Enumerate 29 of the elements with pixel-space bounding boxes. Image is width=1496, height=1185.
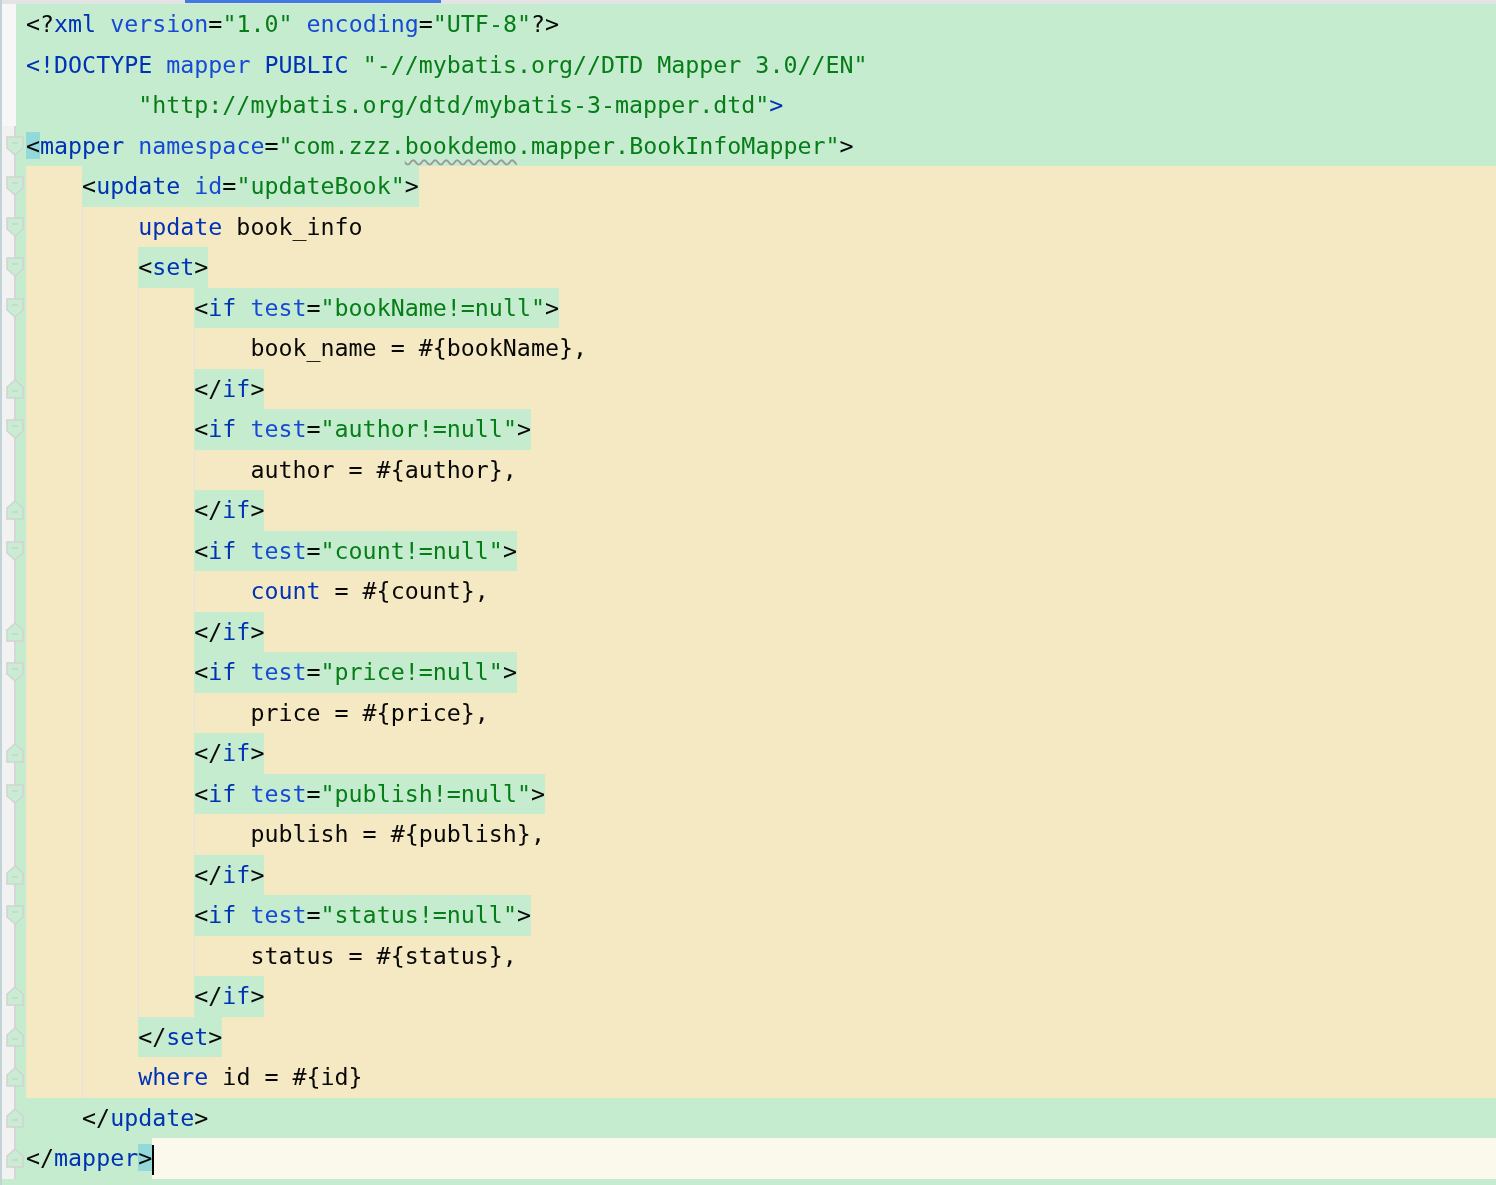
fold-marker-icon[interactable] xyxy=(6,662,24,683)
fold-marker-icon[interactable] xyxy=(6,500,24,521)
code-line: author = #{author}, xyxy=(250,454,517,485)
fold-marker-icon[interactable] xyxy=(6,864,24,885)
fold-marker-icon[interactable] xyxy=(6,1067,24,1088)
fold-marker-icon[interactable] xyxy=(6,743,24,764)
fold-marker-icon[interactable] xyxy=(6,621,24,642)
fold-marker-icon[interactable] xyxy=(6,135,24,156)
fold-marker-icon[interactable] xyxy=(6,905,24,926)
fold-marker-icon[interactable] xyxy=(6,176,24,197)
scroll-thumb[interactable] xyxy=(185,0,441,3)
fold-marker-icon[interactable] xyxy=(6,1148,24,1169)
fold-marker-icon[interactable] xyxy=(6,419,24,440)
fold-marker-icon[interactable] xyxy=(6,297,24,318)
fold-marker-icon[interactable] xyxy=(6,1107,24,1128)
fold-marker-icon[interactable] xyxy=(6,783,24,804)
code-line: price = #{price}, xyxy=(250,697,489,728)
code-line: update book_info xyxy=(138,211,363,243)
fold-marker-icon[interactable] xyxy=(6,1026,24,1047)
code-line: status = #{status}, xyxy=(250,940,517,971)
fold-marker-icon[interactable] xyxy=(6,986,24,1007)
code-line: book_name = #{bookName}, xyxy=(250,333,587,364)
fold-marker-icon[interactable] xyxy=(6,540,24,561)
code-line: where id = #{id} xyxy=(138,1062,363,1092)
code-line: publish = #{publish}, xyxy=(250,819,545,849)
code-line: count = #{count}, xyxy=(250,576,489,606)
fold-marker-icon[interactable] xyxy=(6,378,24,399)
fold-marker-icon[interactable] xyxy=(6,257,24,278)
fold-marker-icon[interactable] xyxy=(6,216,24,237)
